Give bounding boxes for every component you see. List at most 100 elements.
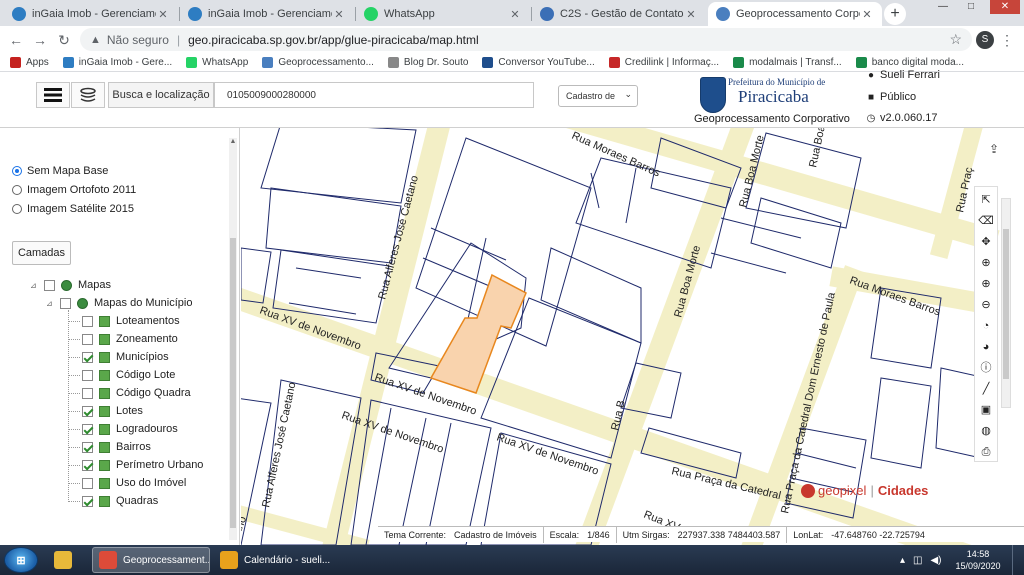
layer-item[interactable]: Logradouros bbox=[82, 422, 178, 436]
bookmark-item[interactable]: WhatsApp bbox=[186, 56, 248, 68]
layer-checkbox[interactable] bbox=[82, 423, 93, 435]
address-bar[interactable]: ▲ Não seguro | geo.piracicaba.sp.gov.br/… bbox=[80, 28, 972, 51]
maximize-button[interactable]: □ bbox=[960, 0, 982, 14]
start-button[interactable]: ⊞ bbox=[4, 547, 38, 573]
map-scroll-thumb[interactable] bbox=[1003, 229, 1009, 379]
tree-root[interactable]: ⊿ Mapas bbox=[30, 278, 111, 292]
layer-item[interactable]: Bairros bbox=[82, 440, 151, 454]
layer-item[interactable]: Uso do Imóvel bbox=[82, 476, 186, 490]
full-extent-icon[interactable]: ✥ bbox=[977, 233, 995, 251]
layer-checkbox[interactable] bbox=[82, 333, 93, 345]
bookmark-item[interactable]: modalmais | Transf... bbox=[733, 56, 842, 68]
info-icon[interactable]: ⓘ bbox=[977, 359, 995, 377]
browser-menu-icon[interactable]: ⋮ bbox=[1000, 30, 1014, 50]
layer-item[interactable]: Perímetro Urbano bbox=[82, 458, 203, 472]
bookmark-item[interactable]: inGaia Imob - Gere... bbox=[62, 56, 172, 68]
browser-tab[interactable]: WhatsApp ✕ bbox=[356, 2, 530, 26]
system-clock[interactable]: 14:58 15/09/2020 bbox=[955, 548, 1001, 572]
measure-area-icon[interactable]: ▣ bbox=[977, 401, 995, 419]
show-desktop-button[interactable] bbox=[1012, 545, 1024, 575]
basemap-option[interactable]: Sem Mapa Base bbox=[12, 165, 108, 177]
layer-checkbox[interactable] bbox=[82, 369, 93, 381]
radio-button[interactable] bbox=[12, 185, 22, 195]
map-view[interactable]: Rua Moraes Barros Rua Boa Morte Rua Boa Mo… bbox=[241, 128, 1024, 545]
measure-line-icon[interactable]: ╱ bbox=[977, 380, 995, 398]
scroll-thumb[interactable] bbox=[230, 238, 236, 528]
search-input[interactable] bbox=[214, 82, 534, 108]
tree-group[interactable]: ⊿ Mapas do Município bbox=[46, 296, 192, 310]
layer-checkbox[interactable] bbox=[82, 495, 93, 507]
checkbox[interactable] bbox=[44, 279, 55, 291]
print-icon[interactable]: ⎙ bbox=[977, 443, 995, 461]
previous-extent-icon[interactable]: ◔ bbox=[977, 317, 995, 335]
layer-item[interactable]: Código Lote bbox=[82, 368, 175, 382]
url-text[interactable]: geo.piracicaba.sp.gov.br/app/glue-piraci… bbox=[188, 33, 949, 47]
browser-tab[interactable]: inGaia Imob - Gerenciamento A✕ bbox=[180, 2, 354, 26]
layer-item[interactable]: Lotes bbox=[82, 404, 143, 418]
close-tab-icon[interactable]: ✕ bbox=[332, 8, 346, 21]
layer-checkbox[interactable] bbox=[82, 477, 93, 489]
zoom-window-icon[interactable]: ⊕ bbox=[977, 254, 995, 272]
bookmark-star-icon[interactable]: ☆ bbox=[949, 31, 962, 48]
taskbar-item[interactable] bbox=[48, 547, 84, 573]
bookmark-item[interactable]: Apps bbox=[10, 56, 49, 68]
checkbox[interactable] bbox=[60, 297, 71, 309]
camadas-button[interactable]: Camadas bbox=[12, 241, 71, 265]
zoom-out-icon[interactable]: ⊖ bbox=[977, 296, 995, 314]
close-tab-icon[interactable]: ✕ bbox=[860, 8, 874, 21]
layer-checkbox[interactable] bbox=[82, 351, 93, 363]
close-window-button[interactable]: ✕ bbox=[990, 0, 1020, 14]
search-label[interactable]: Busca e localização bbox=[108, 82, 214, 108]
tray-expand-icon[interactable]: ▴ bbox=[900, 555, 905, 566]
layer-checkbox[interactable] bbox=[82, 405, 93, 417]
minimize-button[interactable]: — bbox=[932, 0, 954, 14]
radio-button[interactable] bbox=[12, 204, 22, 214]
layer-checkbox[interactable] bbox=[82, 387, 93, 399]
bookmark-item[interactable]: banco digital moda... bbox=[855, 56, 964, 68]
layer-item[interactable]: Zoneamento bbox=[82, 332, 178, 346]
select-arrow-icon[interactable]: ⇱ bbox=[977, 191, 995, 209]
zoom-in-icon[interactable]: ⊕ bbox=[977, 275, 995, 293]
layers-button[interactable] bbox=[71, 82, 105, 108]
close-tab-icon[interactable]: ✕ bbox=[508, 8, 522, 21]
eraser-icon[interactable]: ⌫ bbox=[977, 212, 995, 230]
layer-item[interactable]: Loteamentos bbox=[82, 314, 180, 328]
next-extent-icon[interactable]: ◕ bbox=[977, 338, 995, 356]
back-button[interactable]: ← bbox=[6, 30, 26, 50]
collapse-icon[interactable]: ⊿ bbox=[30, 281, 40, 290]
bookmark-item[interactable]: Conversor YouTube... bbox=[482, 56, 595, 68]
layer-item[interactable]: Quadras bbox=[82, 494, 158, 508]
bookmark-item[interactable]: Blog Dr. Souto bbox=[387, 56, 468, 68]
browser-tab[interactable]: Geoprocessamento Corporativ✕ bbox=[708, 2, 882, 26]
close-tab-icon[interactable]: ✕ bbox=[156, 8, 170, 21]
taskbar-item[interactable]: Calendário - sueli... bbox=[214, 547, 334, 573]
basemap-option[interactable]: Imagem Ortofoto 2011 bbox=[12, 184, 136, 196]
network-icon[interactable]: ◫ bbox=[913, 555, 922, 566]
map-scrollbar[interactable] bbox=[1001, 198, 1011, 408]
bookmark-item[interactable]: Credilink | Informaç... bbox=[608, 56, 719, 68]
browser-tab[interactable]: C2S - Gestão de Contatos ✕ bbox=[532, 2, 706, 26]
forward-button[interactable]: → bbox=[30, 30, 50, 50]
taskbar-item[interactable]: Geoprocessament... bbox=[92, 547, 210, 573]
layer-checkbox[interactable] bbox=[82, 315, 93, 327]
layer-select[interactable]: Cadastro de ⌄ bbox=[558, 85, 638, 107]
selected-lot[interactable] bbox=[429, 273, 527, 394]
menu-button[interactable] bbox=[36, 82, 70, 108]
left-panel-scrollbar[interactable]: ▲ bbox=[229, 138, 237, 540]
globe-icon[interactable]: ◍ bbox=[977, 422, 995, 440]
reload-button[interactable]: ↻ bbox=[54, 30, 74, 50]
layer-item[interactable]: Código Quadra bbox=[82, 386, 191, 400]
volume-icon[interactable]: ◀) bbox=[930, 555, 941, 566]
browser-tab[interactable]: inGaia Imob - Gerenciamento A✕ bbox=[4, 2, 178, 26]
new-tab-button[interactable]: + bbox=[884, 3, 906, 25]
profile-avatar[interactable]: S bbox=[976, 31, 994, 49]
basemap-option[interactable]: Imagem Satélite 2015 bbox=[12, 203, 134, 215]
layer-checkbox[interactable] bbox=[82, 441, 93, 453]
radio-button[interactable] bbox=[12, 166, 22, 176]
layer-item[interactable]: Municípios bbox=[82, 350, 169, 364]
share-icon[interactable]: ⇪ bbox=[985, 142, 1003, 160]
layer-checkbox[interactable] bbox=[82, 459, 93, 471]
collapse-icon[interactable]: ⊿ bbox=[46, 299, 56, 308]
user-name[interactable]: ● Sueli Ferrari bbox=[866, 69, 940, 81]
close-tab-icon[interactable]: ✕ bbox=[684, 8, 698, 21]
